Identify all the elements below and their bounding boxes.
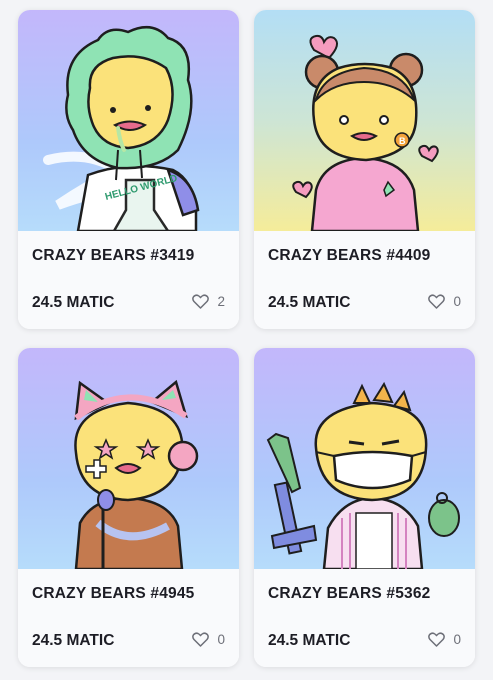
nft-image[interactable]: B: [254, 10, 475, 231]
nft-price: 24.5 MATIC: [32, 294, 115, 311]
nft-card[interactable]: CRAZY BEARS #5362 24.5 MATIC 0: [254, 348, 475, 667]
nft-price: 24.5 MATIC: [32, 632, 115, 649]
nft-title[interactable]: CRAZY BEARS #3419: [32, 247, 194, 265]
nft-card[interactable]: CRAZY BEARS #4945 24.5 MATIC 0: [18, 348, 239, 667]
nft-info: CRAZY BEARS #4945 24.5 MATIC 0: [18, 569, 239, 667]
heart-icon[interactable]: [192, 294, 210, 309]
like-count: 2: [217, 294, 225, 309]
like-button[interactable]: 0: [192, 632, 225, 647]
heart-icon[interactable]: [428, 294, 446, 309]
like-count: 0: [453, 632, 461, 647]
like-count: 0: [453, 294, 461, 309]
bear-mask-illustration: [266, 381, 460, 569]
heart-icon[interactable]: [192, 632, 210, 647]
bear-headphones-illustration: [74, 379, 199, 569]
nft-card[interactable]: B CRAZY BEARS #4409 24.5 MATIC 0: [254, 10, 475, 329]
nft-info: CRAZY BEARS #4409 24.5 MATIC 0: [254, 231, 475, 329]
nft-image[interactable]: [254, 348, 475, 569]
like-count: 0: [217, 632, 225, 647]
nft-image[interactable]: HELLO WORLD: [18, 10, 239, 231]
nft-title[interactable]: CRAZY BEARS #4945: [32, 585, 194, 603]
heart-icon[interactable]: [428, 632, 446, 647]
nft-image[interactable]: [18, 348, 239, 569]
bear-hoodie-illustration: HELLO WORLD: [43, 25, 200, 231]
like-button[interactable]: 0: [428, 294, 461, 309]
svg-text:B: B: [399, 136, 406, 146]
nft-price: 24.5 MATIC: [268, 294, 351, 311]
like-button[interactable]: 0: [428, 632, 461, 647]
nft-price: 24.5 MATIC: [268, 632, 351, 649]
nft-card[interactable]: HELLO WORLD CRAZY BEARS #3419 24.5 MATIC: [18, 10, 239, 329]
nft-info: CRAZY BEARS #5362 24.5 MATIC 0: [254, 569, 475, 667]
nft-title[interactable]: CRAZY BEARS #5362: [268, 585, 430, 603]
nft-info: CRAZY BEARS #3419 24.5 MATIC 2: [18, 231, 239, 329]
nft-grid: HELLO WORLD CRAZY BEARS #3419 24.5 MATIC: [0, 0, 493, 680]
like-button[interactable]: 2: [192, 294, 225, 309]
bear-buns-illustration: B: [292, 34, 439, 231]
nft-title[interactable]: CRAZY BEARS #4409: [268, 247, 430, 265]
